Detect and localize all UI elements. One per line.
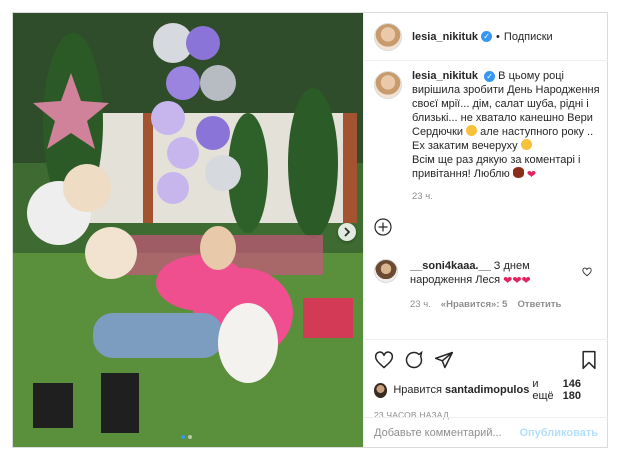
comments-list[interactable]: lesia_nikituk ✓ В цьому році вирішила зр… <box>364 69 608 339</box>
caption-avatar[interactable] <box>374 71 402 99</box>
carousel-indicator <box>181 435 192 439</box>
comment-like-icon[interactable] <box>582 267 592 277</box>
carousel-dot-1 <box>181 435 185 439</box>
likes-count[interactable]: 146 180 <box>563 378 598 402</box>
bookmark-icon[interactable] <box>580 350 598 370</box>
comment-meta: 23 ч. «Нравится»: 5 Ответить <box>410 298 580 312</box>
caption-body: lesia_nikituk ✓ В цьому році вирішила зр… <box>412 69 600 204</box>
post-header: lesia_nikituk ✓ • Подписки <box>364 13 608 61</box>
add-icon[interactable] <box>374 218 392 236</box>
publish-button[interactable]: Опубликовать <box>519 427 598 439</box>
caption-username[interactable]: lesia_nikituk <box>412 70 478 82</box>
post-actions: Нравится santadimopulos и ещё 146 180 23… <box>364 339 608 420</box>
likes-prefix: Нравится <box>393 384 442 396</box>
comment-time[interactable]: 23 ч. <box>410 298 431 312</box>
wink-emoji-icon <box>520 139 532 150</box>
grin-emoji-icon <box>466 125 478 136</box>
likes-summary: Нравится santadimopulos и ещё 146 180 <box>374 378 598 402</box>
verified-icon: ✓ <box>481 31 493 42</box>
comment-input[interactable] <box>374 426 520 439</box>
chevron-right-icon <box>344 227 351 237</box>
red-heart-emoji-icon: ❤ <box>526 169 537 181</box>
action-icons <box>374 348 598 372</box>
post-caption: lesia_nikituk ✓ В цьому році вирішила зр… <box>374 69 600 204</box>
football-emoji-icon <box>512 167 524 178</box>
carousel-dot-2 <box>188 435 192 439</box>
caption-time[interactable]: 23 ч. <box>412 190 600 204</box>
add-comment-bar: Опубликовать <box>364 417 608 447</box>
following-button[interactable]: Подписки <box>504 31 553 43</box>
comment-body: __soni4kaaa.__ З днем народження Леся ❤❤… <box>410 259 580 312</box>
likes-middle: и ещё <box>532 378 554 402</box>
author-avatar[interactable] <box>374 22 402 51</box>
next-photo-button[interactable] <box>338 223 356 241</box>
commenter-avatar[interactable] <box>374 259 398 283</box>
verified-icon: ✓ <box>484 70 496 82</box>
post-sidebar: lesia_nikituk ✓ • Подписки lesia_nikituk… <box>363 13 608 447</box>
commenter-username[interactable]: __soni4kaaa.__ <box>410 260 491 272</box>
hearts-emoji-icon: ❤❤❤ <box>503 275 531 287</box>
comment-icon[interactable] <box>404 350 424 370</box>
post-card: lesia_nikituk ✓ • Подписки lesia_nikituk… <box>12 12 608 448</box>
author-username[interactable]: lesia_nikituk <box>412 31 478 43</box>
reply-button[interactable]: Ответить <box>517 298 561 312</box>
header-separator: • <box>496 30 500 43</box>
caption-text-3: Всім ще раз дякую за коментарі і привіта… <box>412 154 581 180</box>
photo-illustration <box>13 13 363 447</box>
comment-item: __soni4kaaa.__ З днем народження Леся ❤❤… <box>374 259 600 312</box>
liker-username[interactable]: santadimopulos <box>445 384 529 396</box>
share-icon[interactable] <box>434 350 454 370</box>
comment-likes[interactable]: «Нравится»: 5 <box>441 298 508 312</box>
post-photo[interactable] <box>13 13 363 447</box>
heart-icon[interactable] <box>374 350 394 370</box>
liker-avatar[interactable] <box>374 382 388 398</box>
